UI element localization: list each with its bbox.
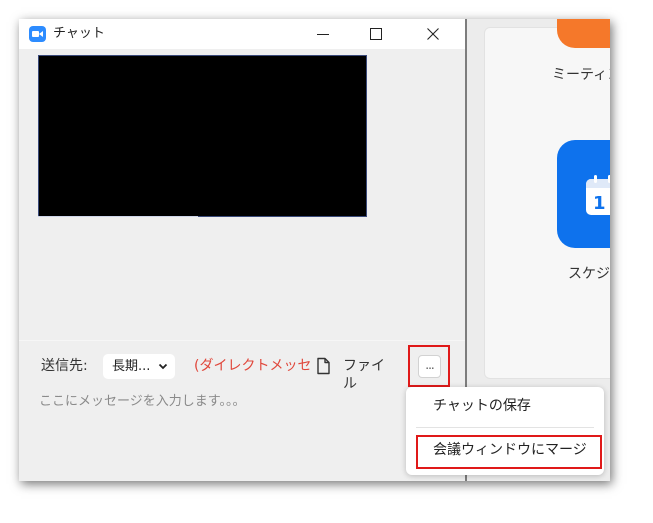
- minimize-button[interactable]: [301, 19, 345, 49]
- chevron-down-icon: [158, 363, 168, 370]
- message-input[interactable]: [39, 391, 369, 411]
- chat-window: チャット 送信先: 長期... (ダイレクトメッセ ファイル ... ここにメッ…: [19, 19, 465, 481]
- menu-item-save-chat[interactable]: チャットの保存: [406, 387, 604, 425]
- merge-item-highlight: [416, 435, 602, 469]
- video-preview: [38, 55, 367, 217]
- menu-separator: [416, 427, 594, 428]
- close-button[interactable]: [411, 19, 455, 49]
- meeting-tile-button[interactable]: [557, 19, 610, 48]
- close-icon: [427, 28, 439, 40]
- zoom-camera-icon: [29, 26, 46, 42]
- file-label: ファイル: [343, 358, 385, 392]
- to-label: 送信先:: [41, 358, 88, 374]
- calendar-icon: 1: [586, 175, 610, 215]
- screenshot-frame: チャット 送信先: 長期... (ダイレクトメッセ ファイル ... ここにメッ…: [19, 19, 610, 481]
- recipient-value: 長期...: [112, 359, 151, 374]
- video-underline: [38, 216, 198, 217]
- maximize-icon: [370, 28, 382, 40]
- meeting-label: ミーティン: [552, 67, 610, 83]
- window-title: チャット: [53, 26, 105, 41]
- title-bar: チャット: [19, 19, 465, 49]
- schedule-label: スケジ: [568, 266, 610, 282]
- file-button[interactable]: ファイル: [315, 353, 393, 392]
- recipient-dropdown[interactable]: 長期...: [103, 354, 175, 379]
- compose-divider: [19, 340, 465, 341]
- direct-message-note: (ダイレクトメッセージ: [194, 358, 310, 374]
- file-icon: [317, 357, 330, 375]
- minimize-icon: [317, 34, 329, 35]
- calendar-day-number: 1: [593, 193, 606, 214]
- menu-item-label: チャットの保存: [433, 398, 531, 414]
- maximize-button[interactable]: [354, 19, 398, 49]
- more-button-highlight: [408, 345, 450, 387]
